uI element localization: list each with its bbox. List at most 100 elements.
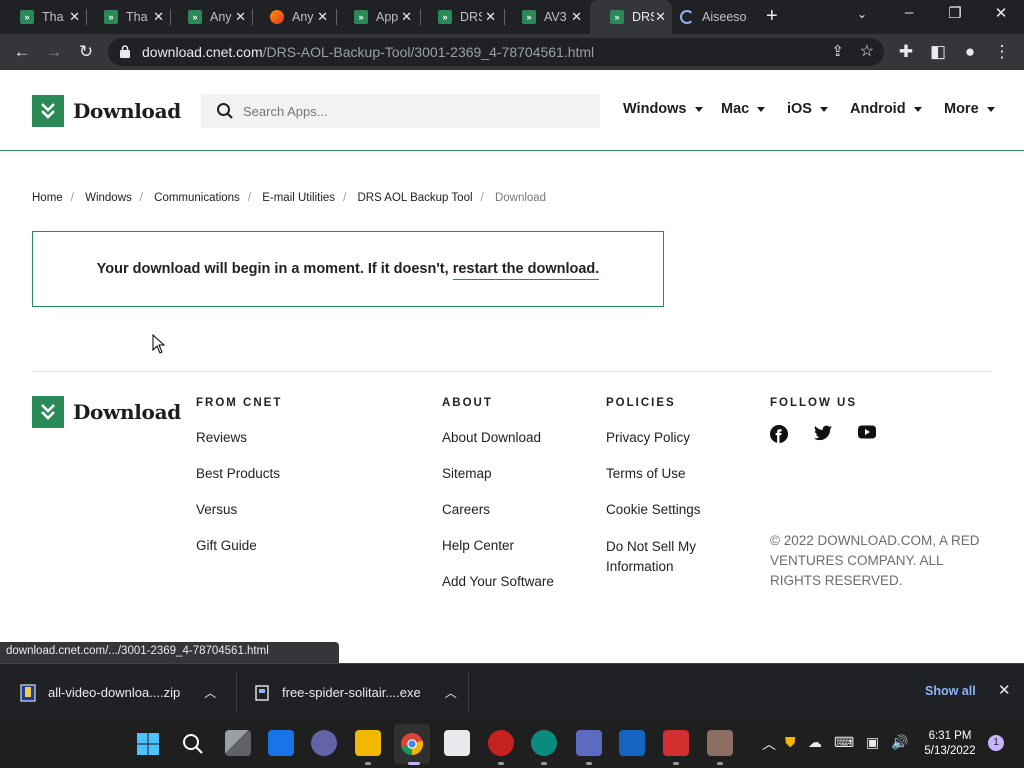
tray-overflow-icon[interactable]: ︿ [762, 734, 776, 754]
breadcrumb-windows[interactable]: Windows [85, 192, 132, 204]
browser-tab[interactable]: » Tha ✕ [84, 0, 170, 34]
nav-more[interactable]: More [944, 101, 995, 117]
nav-android[interactable]: Android [850, 101, 922, 117]
back-arrow-icon[interactable]: ← [10, 40, 34, 64]
nav-mac[interactable]: Mac [721, 101, 766, 117]
caret-down-icon [913, 106, 922, 112]
footer-column-policies: POLICIES Privacy Policy Terms of Use Coo… [606, 397, 736, 595]
extra-app-icon[interactable] [707, 730, 733, 756]
twitter-icon[interactable] [814, 425, 834, 445]
nav-windows[interactable]: Windows [623, 101, 703, 117]
download-item[interactable]: free-spider-solitair....exe ︿ [254, 664, 457, 721]
show-all-downloads-button[interactable]: Show all [925, 684, 976, 698]
browser-tab[interactable]: » Any ✕ [168, 0, 252, 34]
close-tab-icon[interactable]: ✕ [401, 9, 412, 25]
reload-icon[interactable]: ↻ [74, 40, 98, 64]
tab-search-icon[interactable]: ⌄ [850, 7, 874, 21]
browser-tab[interactable]: » App ✕ [334, 0, 418, 34]
footer-link-add-your-software[interactable]: Add Your Software [442, 573, 554, 591]
download-logo[interactable]: Download [32, 95, 181, 127]
chrome-taskbar-item[interactable] [394, 724, 430, 764]
nav-label: Windows [623, 101, 687, 117]
browser-tab[interactable]: Any ✕ [250, 0, 334, 34]
footer-link-terms-of-use[interactable]: Terms of Use [606, 465, 736, 483]
edge-icon[interactable] [531, 730, 557, 756]
footer-link-gift-guide[interactable]: Gift Guide [196, 537, 282, 555]
teams-chat-icon[interactable] [311, 730, 337, 756]
address-bar[interactable]: download.cnet.com/DRS-AOL-Backup-Tool/30… [108, 38, 884, 66]
tray-network-icon[interactable]: ▣ [866, 734, 879, 751]
browser-tab[interactable]: » AV3 ✕ [502, 0, 588, 34]
microsoft-store-icon[interactable] [444, 730, 470, 756]
breadcrumb-communications[interactable]: Communications [154, 192, 240, 204]
close-tab-icon[interactable]: ✕ [571, 9, 582, 25]
browser-tab[interactable]: » DRS ✕ [418, 0, 502, 34]
footer-link-best-products[interactable]: Best Products [196, 465, 282, 483]
close-tab-icon[interactable]: ✕ [153, 9, 164, 25]
bookmark-star-icon[interactable]: ☆ [860, 41, 874, 61]
tab-title: App [376, 10, 398, 24]
taskbar-clock[interactable]: 6:31 PM 5/13/2022 [918, 729, 982, 759]
shield-app-icon[interactable] [619, 730, 645, 756]
taskbar-search-icon[interactable] [181, 732, 205, 756]
download-item[interactable]: all-video-downloa....zip ︿ [20, 664, 216, 721]
tray-onedrive-icon[interactable]: ☁ [808, 734, 822, 751]
close-window-icon[interactable]: ✕ [989, 4, 1013, 22]
download-filename: free-spider-solitair....exe [282, 685, 421, 700]
footer-logo[interactable]: Download [32, 396, 181, 428]
breadcrumb: Home / Windows / Communications / E-mail Ut… [32, 192, 547, 204]
caret-down-icon [819, 106, 828, 112]
footer-link-privacy-policy[interactable]: Privacy Policy [606, 429, 736, 447]
tray-keyboard-icon[interactable]: ⌨ [834, 734, 854, 751]
profile-avatar-icon[interactable]: ● [958, 40, 982, 64]
footer-link-cookie-settings[interactable]: Cookie Settings [606, 501, 736, 519]
download-notice-text: Your download will begin in a moment. If… [33, 261, 663, 280]
close-shelf-icon[interactable]: ✕ [998, 681, 1011, 699]
screen-recorder-icon[interactable] [663, 730, 689, 756]
browser-tab[interactable]: » Tha ✕ [0, 0, 86, 34]
close-tab-icon[interactable]: ✕ [69, 9, 80, 25]
chrome-menu-icon[interactable]: ⋮ [990, 40, 1014, 64]
browser-tab[interactable]: Aiseeso [660, 0, 756, 34]
widgets-icon[interactable] [268, 730, 294, 756]
download-favicon-icon: » [610, 10, 624, 24]
download-logo-icon [32, 396, 64, 428]
restore-icon[interactable]: ❐ [943, 4, 967, 22]
close-tab-icon[interactable]: ✕ [235, 9, 246, 25]
side-panel-icon[interactable]: ◧ [926, 40, 950, 64]
download-favicon-icon: » [188, 10, 202, 24]
search-input[interactable] [243, 94, 583, 128]
breadcrumb-product[interactable]: DRS AOL Backup Tool [357, 192, 472, 204]
footer-link-careers[interactable]: Careers [442, 501, 554, 519]
notification-badge[interactable]: 1 [988, 735, 1004, 751]
footer-link-versus[interactable]: Versus [196, 501, 282, 519]
windows-start-icon[interactable] [137, 733, 159, 755]
tray-volume-icon[interactable]: 🔊 [891, 734, 908, 751]
file-explorer-icon[interactable] [355, 730, 381, 756]
restart-download-link[interactable]: restart the download. [452, 261, 600, 280]
remote-app-icon[interactable] [576, 730, 602, 756]
breadcrumb-home[interactable]: Home [32, 192, 63, 204]
chevron-up-icon[interactable]: ︿ [445, 684, 457, 701]
tray-defender-icon[interactable]: ⛊ [785, 734, 796, 751]
chevron-up-icon[interactable]: ︿ [204, 684, 216, 701]
footer-link-sitemap[interactable]: Sitemap [442, 465, 554, 483]
footer-link-about-download[interactable]: About Download [442, 429, 554, 447]
youtube-icon[interactable] [858, 425, 878, 445]
search-box[interactable] [201, 94, 600, 128]
close-tab-icon[interactable]: ✕ [485, 9, 496, 25]
close-tab-icon[interactable]: ✕ [317, 9, 328, 25]
footer-link-reviews[interactable]: Reviews [196, 429, 282, 447]
new-tab-button[interactable]: + [766, 5, 778, 27]
share-icon[interactable]: ⇪ [831, 42, 844, 60]
forward-arrow-icon[interactable]: → [42, 40, 66, 64]
breadcrumb-email-utilities[interactable]: E-mail Utilities [262, 192, 335, 204]
nav-ios[interactable]: iOS [787, 101, 828, 117]
facebook-icon[interactable] [770, 425, 790, 445]
security-app-icon[interactable] [488, 730, 514, 756]
minimize-icon[interactable]: – [897, 4, 921, 21]
task-view-icon[interactable] [225, 730, 251, 756]
extensions-puzzle-icon[interactable]: ✚ [894, 40, 918, 64]
footer-link-help-center[interactable]: Help Center [442, 537, 554, 555]
footer-link-do-not-sell[interactable]: Do Not Sell My Information [606, 537, 736, 577]
